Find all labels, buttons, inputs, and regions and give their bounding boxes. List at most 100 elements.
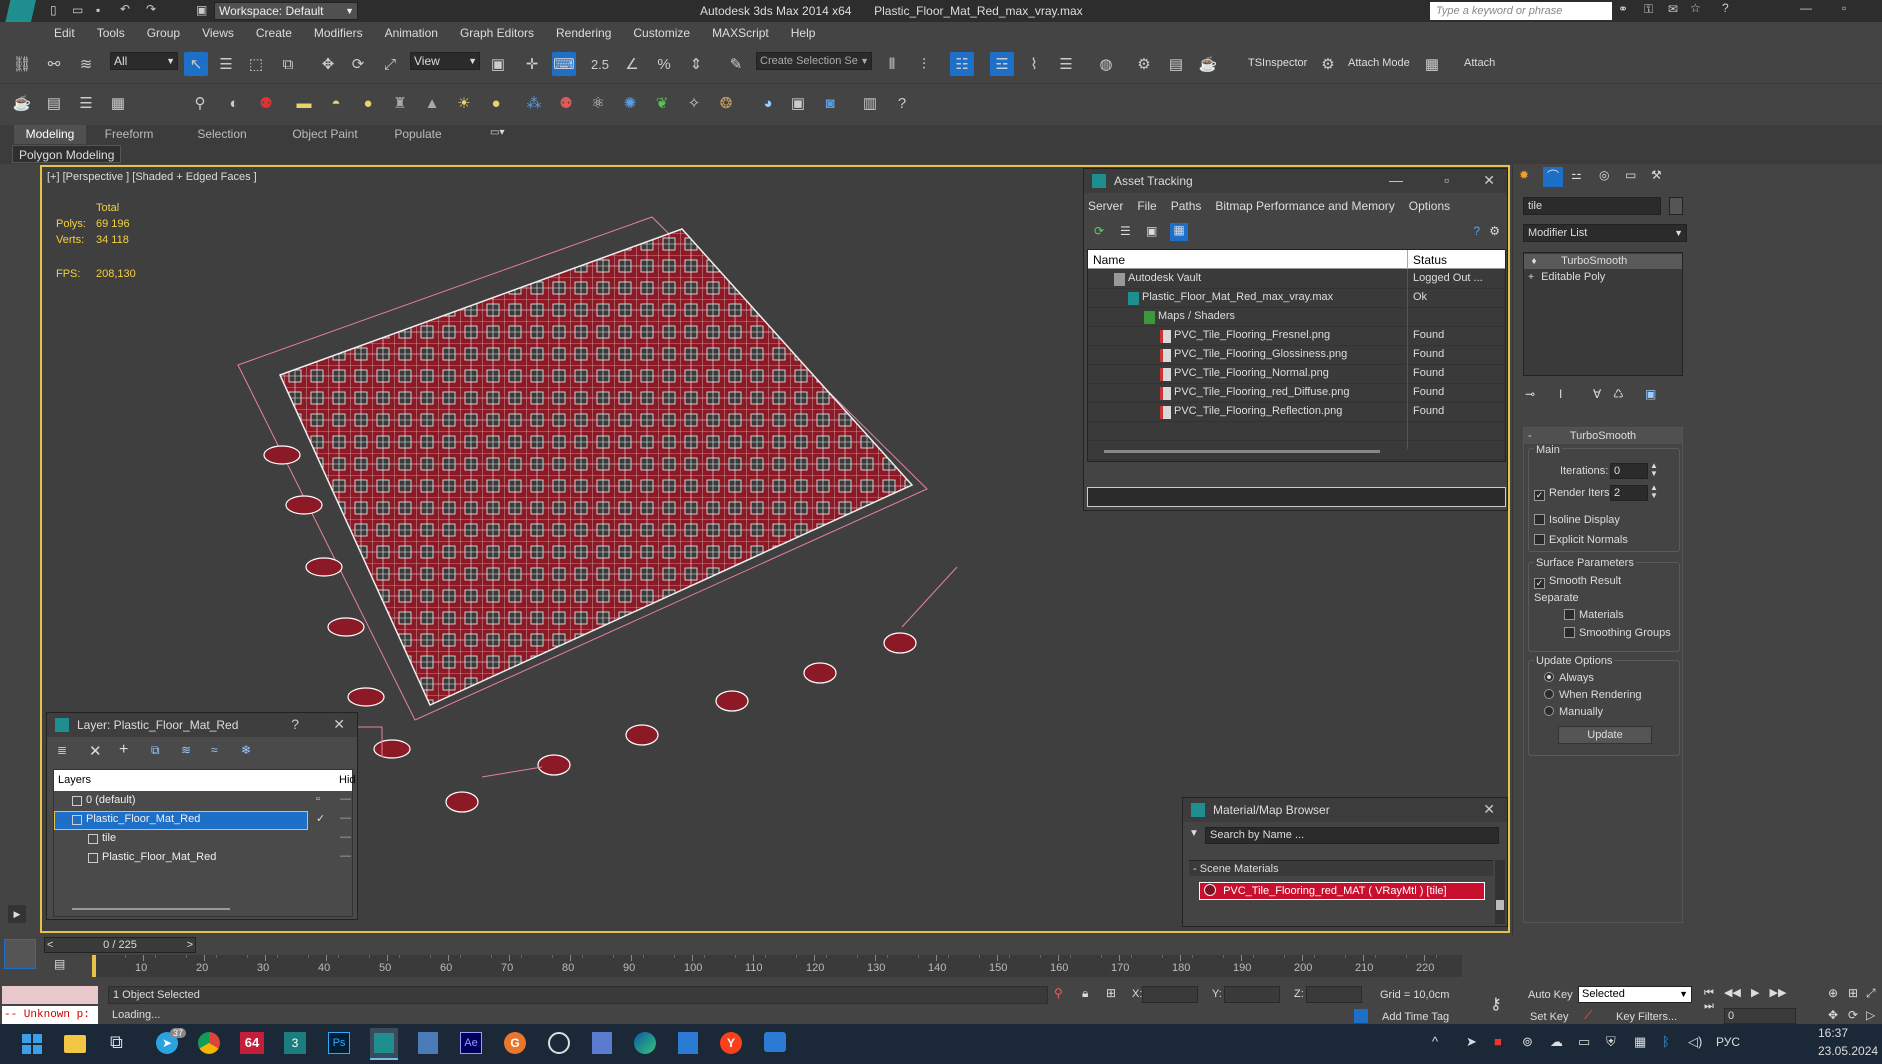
tsinspector-label[interactable]: TSInspector [1248,57,1307,69]
asset-row[interactable]: PVC_Tile_Flooring_Normal.png Found [1088,365,1505,384]
asset-row[interactable]: Maps / Shaders [1088,308,1505,327]
table-view-icon[interactable]: ▦ [1170,223,1188,241]
ribbon-subpanel[interactable]: Polygon Modeling [12,145,122,163]
material-browser-titlebar[interactable]: Material/Map Browser [1183,798,1507,822]
next-frame-icon[interactable]: ▶▶ [1769,987,1786,999]
current-frame-field[interactable]: 0 [1724,1008,1796,1024]
menu-customize[interactable]: Customize [633,26,690,40]
ribbon-options-icon[interactable]: ▭▾ [490,127,504,138]
list-view-icon[interactable]: ☰ [1120,224,1131,238]
toggle-layer-explorer-icon[interactable]: ☲ [990,52,1014,76]
3dsmax-icon-1[interactable]: 3 [284,1032,306,1054]
key-mode-icon[interactable]: ⟋ [1584,1008,1592,1023]
menu-views[interactable]: Views [202,26,234,40]
select-manipulate-icon[interactable]: ✛ [520,52,544,76]
list-icon[interactable]: ☰ [74,91,98,115]
vertical-scrollbar[interactable] [1495,860,1505,924]
modifier-list-dropdown[interactable]: Modifier List ▼ [1523,224,1687,242]
chrome-icon[interactable] [198,1032,220,1054]
pan-icon[interactable]: ✥ [1828,1008,1838,1022]
update-button[interactable]: Update [1558,726,1652,744]
auto-key-button[interactable]: Auto Key [1528,989,1573,1001]
layer-toggle-icon[interactable]: ▫ [316,793,320,805]
asset-menu-file[interactable]: File [1137,199,1156,213]
help-icon[interactable]: ? [291,716,299,732]
time-slider-handle[interactable] [92,955,96,977]
remove-modifier-icon[interactable]: ♺ [1613,387,1624,401]
undo-icon[interactable]: ↶ [120,2,130,16]
asset-path-field[interactable] [1087,487,1506,507]
select-object-icon[interactable]: ↖ [184,52,208,76]
always-radio[interactable]: Always [1544,672,1594,684]
object-color-swatch[interactable] [1669,197,1683,215]
add-layer-icon[interactable]: + [119,741,128,759]
info-icon[interactable]: ? [890,91,914,115]
bind-space-warp-icon[interactable]: ≋ [74,52,98,76]
horizontal-scrollbar[interactable] [1104,450,1380,453]
ies-light-icon[interactable]: ● [484,91,508,115]
zoom-all-icon[interactable]: ⊞ [1848,986,1858,1000]
explicit-normals-checkbox[interactable]: Explicit Normals [1534,534,1628,546]
next-frame-icon[interactable]: > [187,938,193,952]
set-key-filter-key-icon[interactable]: ⚷ [1490,994,1502,1014]
favorites-star-icon[interactable]: ☆ [1690,1,1701,15]
zoom-icon[interactable]: ⊕ [1828,986,1838,1000]
volume-icon[interactable]: ◁) [1688,1034,1702,1050]
prev-frame-icon[interactable]: < [47,938,53,952]
sun-icon[interactable]: ☀ [452,91,476,115]
keyboard-shortcut-override-icon[interactable]: ⌨ [552,52,576,76]
layer-object-row[interactable]: Plastic_Floor_Mat_Red — [54,849,352,868]
smooth-result-checkbox[interactable]: ✓ Smooth Result [1534,575,1621,589]
workspace-dropdown[interactable]: Workspace: Default ▼ [214,2,358,20]
previous-frame-icon[interactable]: ◀◀ [1724,987,1741,999]
plane-icon[interactable]: ▬ [292,91,316,115]
go-to-end-icon[interactable]: ⏭ [1704,1000,1714,1012]
maximize-viewport-icon[interactable]: ⤢ [1866,986,1876,1001]
column-layers[interactable]: Layers [58,774,91,786]
unlink-icon[interactable]: ⚯ [42,52,66,76]
plant-icon[interactable]: ❦ [650,91,674,115]
stack-item-turbosmooth[interactable]: ♦ TurboSmooth [1524,254,1682,269]
toy-icon[interactable]: ❂ [714,91,738,115]
maxscript-listener[interactable]: -- Unknown p: [2,1006,98,1024]
reference-coordinate-dropdown[interactable]: View ▼ [410,52,480,70]
ribbon-tab-populate[interactable]: Populate [378,125,458,144]
select-by-name-icon[interactable]: ☰ [214,52,238,76]
hide-column-icon[interactable]: — [340,793,351,805]
hide-column-icon[interactable]: — [340,850,351,862]
spot-light-icon[interactable]: ▲ [420,91,444,115]
hide-column-icon[interactable]: — [340,831,351,843]
menu-edit[interactable]: Edit [54,26,75,40]
curve-editor-mini-icon[interactable]: ▤ [54,957,65,971]
asset-menu-bitmap-performance-and-memory[interactable]: Bitmap Performance and Memory [1215,199,1394,213]
column-name[interactable]: Name [1093,253,1125,267]
open-file-icon[interactable]: ▭ [72,3,83,17]
go-to-start-icon[interactable]: ⏮ [1704,987,1714,999]
y-coordinate-field[interactable] [1224,986,1280,1003]
lightbulb-icon[interactable]: ♦ [1524,254,1544,269]
tray-shield-icon[interactable]: ⛨ [1606,1034,1616,1050]
redo-icon[interactable]: ↷ [146,2,156,16]
modify-tab-icon[interactable]: ⌒ [1543,167,1563,187]
menu-rendering[interactable]: Rendering [556,26,611,40]
fur-icon[interactable]: ⁂ [522,91,546,115]
percent-snap-icon[interactable]: % [652,52,676,76]
frame-buffer-icon[interactable]: ▣ [786,91,810,115]
x-coordinate-field[interactable] [1142,986,1198,1003]
render-iters-checkbox[interactable]: ✓ Render Iters: [1534,487,1613,501]
field-of-view-icon[interactable]: ▷ [1866,1008,1875,1022]
yandex-icon[interactable]: Y [720,1032,742,1054]
tray-network-icon[interactable]: ▦ [1634,1034,1646,1050]
asset-menu-paths[interactable]: Paths [1171,199,1202,213]
iterations-spinner[interactable]: 0 [1610,463,1648,479]
proxy-icon[interactable]: ⚉ [554,91,578,115]
options-arrow-icon[interactable]: ▼ [1189,828,1199,839]
active-layer-check-icon[interactable]: ✓ [316,812,325,825]
refresh-icon[interactable]: ⟳ [1094,224,1104,238]
z-coordinate-field[interactable] [1306,986,1362,1003]
named-selection-set-dropdown[interactable]: Create Selection Se ▼ [756,52,872,70]
camera-app-icon[interactable] [764,1032,786,1052]
sphere-icon[interactable]: ◓ [324,91,348,115]
menu-maxscript[interactable]: MAXScript [712,26,769,40]
select-link-icon[interactable]: ⛓ [10,52,34,76]
